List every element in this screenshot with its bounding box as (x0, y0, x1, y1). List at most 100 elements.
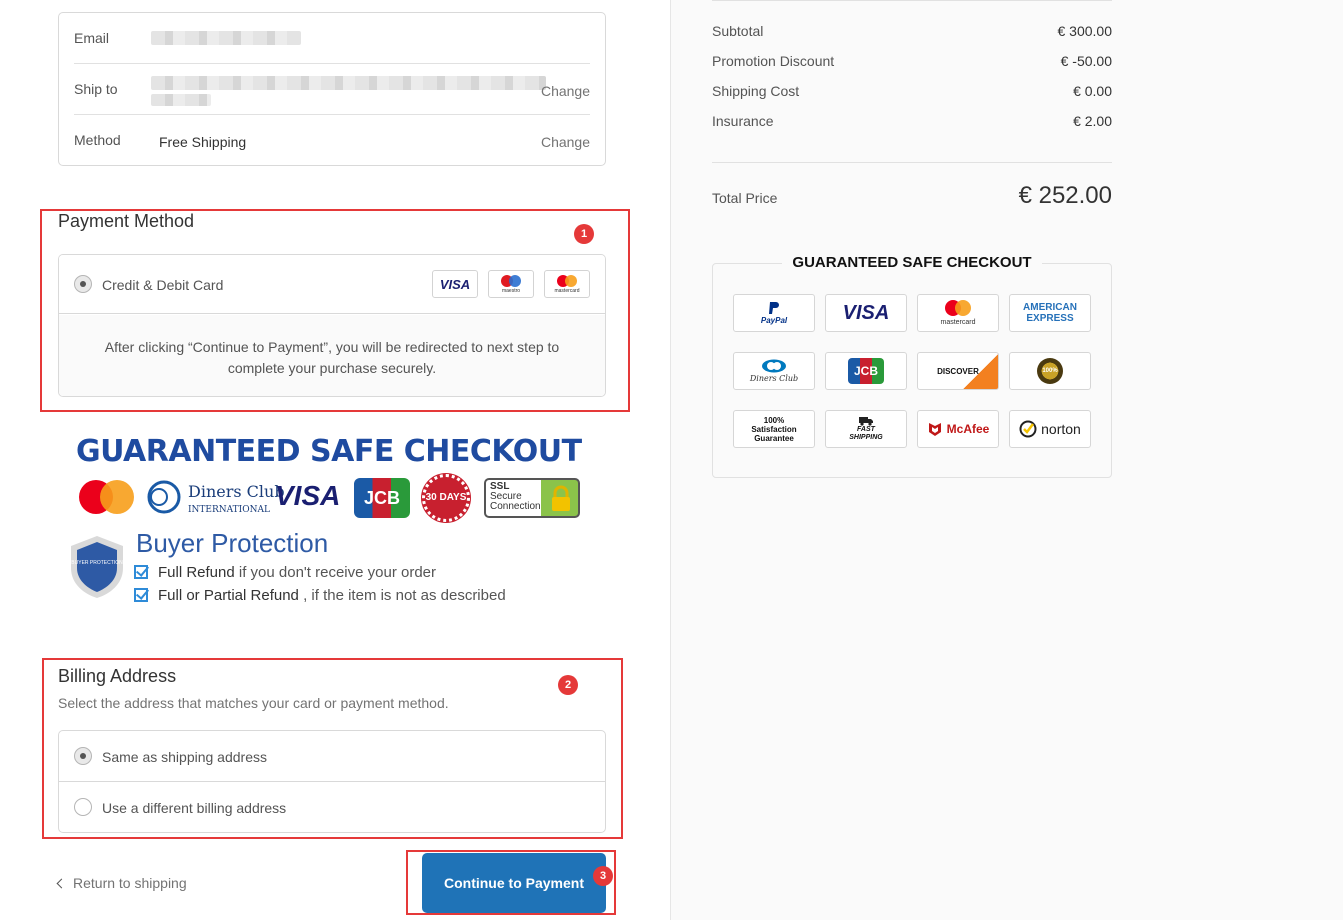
maestro-icon-text: maestro (501, 288, 521, 294)
mastercard-logo-text: mastercard (940, 318, 976, 326)
safe-checkout-box: GUARANTEED SAFE CHECKOUT PayPal VISA mas… (712, 254, 1112, 478)
shield-text: BUYER PROTECTION (71, 560, 123, 566)
discount-value: € -50.00 (1060, 53, 1112, 69)
diners-banner-sub: INTERNATIONAL (188, 505, 270, 515)
step-badge-3: 3 (593, 866, 613, 886)
method-change-link[interactable]: Change (541, 134, 590, 150)
norton-logo: norton (1009, 410, 1091, 448)
diners-banner-name: Diners Club (188, 482, 285, 501)
payment-redirect-note: After clicking “Continue to Payment”, yo… (59, 315, 605, 396)
review-block: Email Ship to Change Method Free Shippin… (58, 12, 606, 166)
visa-banner-icon: VISA (275, 480, 341, 511)
payment-option-card[interactable]: Credit & Debit Card VISA maestro masterc… (59, 255, 605, 314)
discount-label: Promotion Discount (712, 53, 835, 69)
safe-checkout-title: GUARANTEED SAFE CHECKOUT (713, 254, 1111, 272)
insurance-value: € 2.00 (1073, 113, 1112, 129)
summary-row-shipping: Shipping Cost € 0.00 (712, 83, 1112, 99)
email-row: Email (74, 13, 590, 64)
line1-bold: Full Refund (158, 564, 235, 581)
diners-banner-icon (147, 480, 181, 514)
buyer-protection-line-2: Full or Partial Refund , if the item is … (134, 586, 506, 604)
ship-to-value-redacted (151, 76, 546, 90)
safe-checkout-title-text: GUARANTEED SAFE CHECKOUT (782, 254, 1042, 271)
visa-logo: VISA (825, 294, 907, 332)
buyer-protection-line-1: Full Refund if you don't receive your or… (134, 563, 436, 581)
line1-rest: if you don't receive your order (234, 564, 437, 581)
step-badge-1: 1 (574, 224, 594, 244)
summary-top-divider (712, 0, 1112, 1)
fast-shipping-logo: FAST SHIPPING (825, 410, 907, 448)
ssl-line-3: Connection (490, 501, 541, 512)
email-label: Email (74, 30, 110, 46)
satisfaction-logo-text: 100% Satisfaction Guarantee (751, 415, 797, 443)
shipping-cost-value: € 0.00 (1073, 83, 1112, 99)
checkout-main: Email Ship to Change Method Free Shippin… (0, 0, 670, 920)
total-value: € 252.00 (1018, 182, 1112, 209)
seal-logo-text: 100% (1037, 358, 1063, 384)
summary-divider (712, 162, 1112, 163)
maestro-icon: maestro (488, 270, 534, 298)
check-icon (134, 565, 148, 579)
subtotal-value: € 300.00 (1057, 23, 1113, 39)
discover-logo-text: DISCOVER (937, 366, 979, 376)
billing-option-different[interactable]: Use a different billing address (59, 782, 605, 833)
fast-shipping-logo-text: FAST SHIPPING (849, 426, 883, 441)
ssl-secure-icon: SSL Secure Connection (484, 478, 580, 518)
method-value: Free Shipping (159, 134, 247, 150)
billing-options: Same as shipping address Use a different… (58, 730, 606, 833)
banner-title: GUARANTEED SAFE CHECKOUT (76, 434, 582, 469)
satisfaction-logo: 100% Satisfaction Guarantee (733, 410, 815, 448)
card-radio[interactable] (74, 275, 92, 293)
diners-banner-text: Diners Club INTERNATIONAL (188, 484, 285, 518)
amex-logo: AMERICAN EXPRESS (1009, 294, 1091, 332)
email-value-redacted (151, 31, 301, 45)
insurance-label: Insurance (712, 113, 774, 129)
diners-logo: Diners Club (733, 352, 815, 390)
mastercard-banner-icon (79, 480, 134, 514)
method-row: Method Free Shipping Change (74, 115, 590, 166)
return-to-shipping-link[interactable]: Return to shipping (56, 875, 187, 891)
diners-logo-text: Diners Club (749, 373, 799, 383)
jcb-banner-icon: JCB (354, 478, 410, 518)
return-label: Return to shipping (73, 875, 187, 891)
method-label: Method (74, 132, 121, 148)
lock-icon (552, 485, 570, 511)
billing-option-same[interactable]: Same as shipping address (59, 731, 605, 782)
visa-icon-text: VISA (439, 276, 471, 292)
mcafee-logo: McAfee (917, 410, 999, 448)
summary-row-insurance: Insurance € 2.00 (712, 113, 1112, 129)
line2-bold: Full or Partial Refund (158, 587, 299, 604)
buyer-protection-shield-icon: BUYER PROTECTION (71, 536, 123, 598)
ship-to-change-link[interactable]: Change (541, 83, 590, 99)
summary-row-subtotal: Subtotal € 300.00 (712, 23, 1112, 39)
visa-logo-text: VISA (842, 301, 890, 324)
same-address-radio[interactable] (74, 747, 92, 765)
chevron-left-icon (56, 878, 67, 889)
shipping-cost-label: Shipping Cost (712, 83, 800, 99)
mastercard-icon-text: mastercard (554, 288, 580, 294)
mastercard-logo: mastercard (917, 294, 999, 332)
safe-checkout-banner: GUARANTEED SAFE CHECKOUT Diners Club INT… (68, 430, 588, 615)
norton-logo-text: norton (1041, 420, 1081, 437)
same-address-label: Same as shipping address (102, 749, 267, 765)
different-address-radio[interactable] (74, 798, 92, 816)
total-label: Total Price (712, 190, 778, 206)
guarantee-seal-logo: 100% (1009, 352, 1091, 390)
discover-logo: DISCOVER (917, 352, 999, 390)
ship-to-value-redacted-2 (151, 94, 211, 106)
amex-logo-text: AMERICAN EXPRESS (1023, 302, 1077, 324)
payment-options: Credit & Debit Card VISA maestro masterc… (58, 254, 606, 397)
different-address-label: Use a different billing address (102, 800, 287, 816)
continue-to-payment-button[interactable]: Continue to Payment (422, 853, 606, 913)
line2-rest: , if the item is not as described (298, 587, 506, 604)
subtotal-label: Subtotal (712, 23, 764, 39)
order-summary: Subtotal € 300.00 Promotion Discount € -… (670, 0, 1343, 920)
mastercard-icon: mastercard (544, 270, 590, 298)
ship-to-label: Ship to (74, 81, 118, 97)
buyer-protection-title: Buyer Protection (136, 528, 329, 558)
summary-row-discount: Promotion Discount € -50.00 (712, 53, 1112, 69)
check-icon (134, 588, 148, 602)
paypal-logo-text: PayPal (760, 315, 788, 325)
mcafee-logo-text: McAfee (946, 421, 990, 436)
ship-to-row: Ship to Change (74, 64, 590, 115)
